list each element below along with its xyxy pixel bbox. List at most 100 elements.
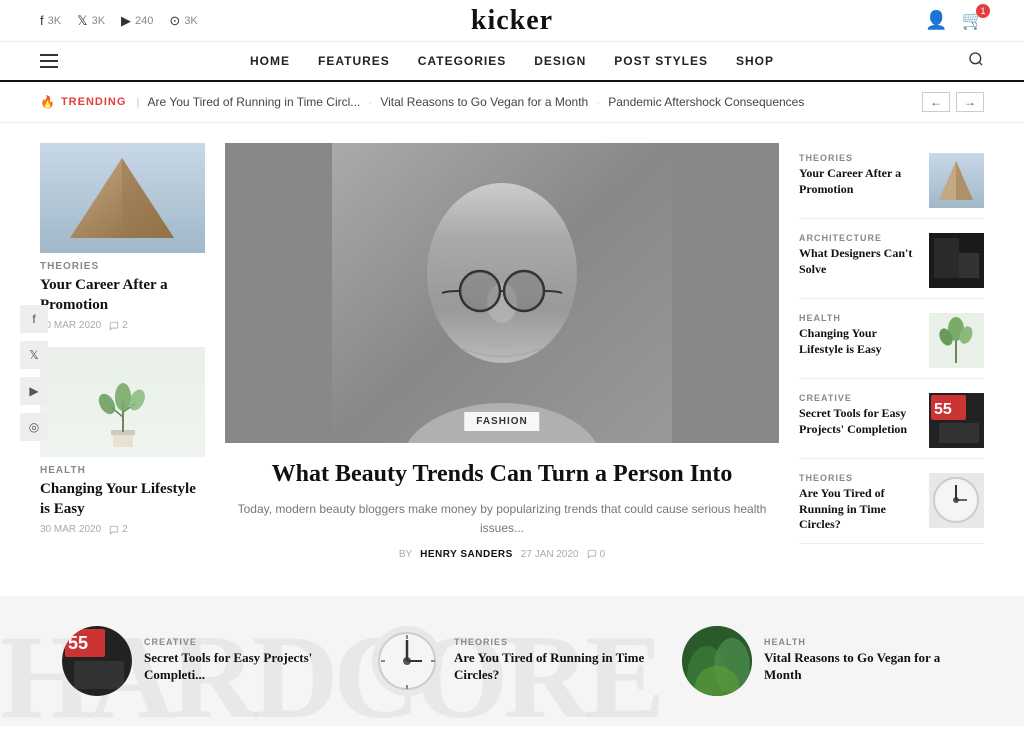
right-article-1-title[interactable]: What Designers Can't Solve xyxy=(799,246,919,277)
floating-social-sidebar: f 𝕏 ▶ ◎ xyxy=(20,305,48,441)
bottom-article-0: 55 CREATIVE Secret Tools for Easy Projec… xyxy=(62,626,342,696)
bottom-article-0-title[interactable]: Secret Tools for Easy Projects' Completi… xyxy=(144,650,342,684)
twitter-count: 3K xyxy=(92,15,105,27)
social-counts: f 3K 𝕏 3K ▶ 240 ⊙ 3K xyxy=(40,13,198,29)
nav-categories[interactable]: CATEGORIES xyxy=(418,54,506,68)
hamburger-line xyxy=(40,66,58,68)
youtube-icon: ▶ xyxy=(121,13,131,29)
nav-links: HOME FEATURES CATEGORIES DESIGN POST STY… xyxy=(250,54,774,68)
svg-text:55: 55 xyxy=(934,401,952,418)
social-bar: f 3K 𝕏 3K ▶ 240 ⊙ 3K kicker 👤 🛒 1 xyxy=(0,0,1024,42)
right-sidebar: THEORIES Your Career After a Promotion A… xyxy=(799,143,984,576)
nav-shop[interactable]: SHOP xyxy=(736,54,774,68)
trending-text: TRENDING xyxy=(61,96,126,108)
bottom-article-0-image[interactable]: 55 xyxy=(62,626,132,696)
right-article-3-category: CREATIVE xyxy=(799,393,919,403)
right-article-4-title[interactable]: Are You Tired of Running in Time Circles… xyxy=(799,486,919,533)
bottom-article-2-category: HEALTH xyxy=(764,637,962,647)
featured-title[interactable]: What Beauty Trends Can Turn a Person Int… xyxy=(235,459,769,490)
twitter-social-item[interactable]: 𝕏 3K xyxy=(77,13,105,29)
right-article-2-title[interactable]: Changing Your Lifestyle is Easy xyxy=(799,326,919,357)
right-article-3-text: CREATIVE Secret Tools for Easy Projects'… xyxy=(799,393,919,437)
youtube-social-item[interactable]: ▶ 240 xyxy=(121,13,153,29)
nav-bar: HOME FEATURES CATEGORIES DESIGN POST STY… xyxy=(0,42,1024,82)
facebook-social-item[interactable]: f 3K xyxy=(40,13,61,28)
left-article-1-title[interactable]: Changing Your Lifestyle is Easy xyxy=(40,480,205,519)
float-facebook-button[interactable]: f xyxy=(20,305,48,333)
left-article-0-image[interactable] xyxy=(40,143,205,253)
user-icon[interactable]: 👤 xyxy=(925,10,947,31)
hamburger-line xyxy=(40,54,58,56)
bottom-article-1-title[interactable]: Are You Tired of Running in Time Circles… xyxy=(454,650,652,684)
search-button[interactable] xyxy=(968,51,984,72)
right-article-4-category: THEORIES xyxy=(799,473,919,483)
trending-item-0[interactable]: Are You Tired of Running in Time Circl..… xyxy=(148,95,361,109)
left-article-1-category: HEALTH xyxy=(40,465,205,476)
featured-comments: 0 xyxy=(587,549,606,560)
right-article-1: ARCHITECTURE What Designers Can't Solve xyxy=(799,223,984,299)
facebook-icon: f xyxy=(40,13,44,28)
right-article-0-image[interactable] xyxy=(929,153,984,208)
trending-prev-button[interactable]: ← xyxy=(922,92,950,112)
float-youtube-button[interactable]: ▶ xyxy=(20,377,48,405)
right-article-2-text: HEALTH Changing Your Lifestyle is Easy xyxy=(799,313,919,357)
site-logo[interactable]: kicker xyxy=(471,5,553,37)
left-article-1-comments: 2 xyxy=(109,524,128,535)
bottom-article-1: THEORIES Are You Tired of Running in Tim… xyxy=(372,626,652,696)
right-article-0-title[interactable]: Your Career After a Promotion xyxy=(799,166,919,197)
instagram-social-item[interactable]: ⊙ 3K xyxy=(169,13,197,29)
bottom-articles: 55 CREATIVE Secret Tools for Easy Projec… xyxy=(62,626,962,696)
bottom-article-2-title[interactable]: Vital Reasons to Go Vegan for a Month xyxy=(764,650,962,684)
nav-post-styles[interactable]: POST STYLES xyxy=(614,54,708,68)
bottom-article-0-category: CREATIVE xyxy=(144,637,342,647)
left-article-0-category: THEORIES xyxy=(40,261,205,272)
cart-icon-wrap[interactable]: 🛒 1 xyxy=(962,10,984,31)
right-article-4-text: THEORIES Are You Tired of Running in Tim… xyxy=(799,473,919,533)
right-article-2: HEALTH Changing Your Lifestyle is Easy xyxy=(799,303,984,379)
right-article-1-category: ARCHITECTURE xyxy=(799,233,919,243)
left-article-0-date: 30 MAR 2020 xyxy=(40,320,101,331)
left-article-1-image[interactable] xyxy=(40,347,205,457)
featured-image[interactable]: FASHION xyxy=(225,143,779,443)
right-article-3-title[interactable]: Secret Tools for Easy Projects' Completi… xyxy=(799,406,919,437)
right-article-2-category: HEALTH xyxy=(799,313,919,323)
trending-items: | Are You Tired of Running in Time Circl… xyxy=(136,95,912,109)
trending-bar: 🔥 TRENDING | Are You Tired of Running in… xyxy=(0,82,1024,123)
featured-date: 27 JAN 2020 xyxy=(521,549,579,560)
trending-next-button[interactable]: → xyxy=(956,92,984,112)
right-article-4: THEORIES Are You Tired of Running in Tim… xyxy=(799,463,984,544)
featured-meta: BY HENRY SANDERS 27 JAN 2020 0 xyxy=(235,549,769,560)
hamburger-line xyxy=(40,60,58,62)
nav-features[interactable]: FEATURES xyxy=(318,54,390,68)
bottom-article-2-text: HEALTH Vital Reasons to Go Vegan for a M… xyxy=(764,637,962,684)
left-article-1-date: 30 MAR 2020 xyxy=(40,524,101,535)
left-article-0-comments: 2 xyxy=(109,320,128,331)
float-instagram-button[interactable]: ◎ xyxy=(20,413,48,441)
right-article-4-image[interactable] xyxy=(929,473,984,528)
instagram-count: 3K xyxy=(184,15,197,27)
nav-home[interactable]: HOME xyxy=(250,54,290,68)
hamburger-menu-button[interactable] xyxy=(40,54,58,68)
trending-item-2[interactable]: Pandemic Aftershock Consequences xyxy=(608,95,804,109)
trending-item-1[interactable]: Vital Reasons to Go Vegan for a Month xyxy=(380,95,588,109)
header-actions: 👤 🛒 1 xyxy=(925,10,984,31)
bottom-article-1-text: THEORIES Are You Tired of Running in Tim… xyxy=(454,637,652,684)
fire-icon: 🔥 xyxy=(40,95,56,109)
right-article-3-image[interactable]: 55 xyxy=(929,393,984,448)
float-twitter-button[interactable]: 𝕏 xyxy=(20,341,48,369)
featured-author-label: BY xyxy=(399,549,412,560)
left-article-0-title[interactable]: Your Career After a Promotion xyxy=(40,276,205,315)
right-article-1-image[interactable] xyxy=(929,233,984,288)
featured-content: What Beauty Trends Can Turn a Person Int… xyxy=(225,443,779,576)
right-article-0-text: THEORIES Your Career After a Promotion xyxy=(799,153,919,197)
instagram-icon: ⊙ xyxy=(169,13,180,29)
bottom-article-1-image[interactable] xyxy=(372,626,442,696)
bottom-article-1-category: THEORIES xyxy=(454,637,652,647)
svg-text:55: 55 xyxy=(68,633,88,653)
featured-author[interactable]: HENRY SANDERS xyxy=(420,549,513,560)
right-article-0-category: THEORIES xyxy=(799,153,919,163)
right-article-2-image[interactable] xyxy=(929,313,984,368)
cart-badge: 1 xyxy=(976,4,990,18)
nav-design[interactable]: DESIGN xyxy=(534,54,586,68)
bottom-article-2-image[interactable] xyxy=(682,626,752,696)
